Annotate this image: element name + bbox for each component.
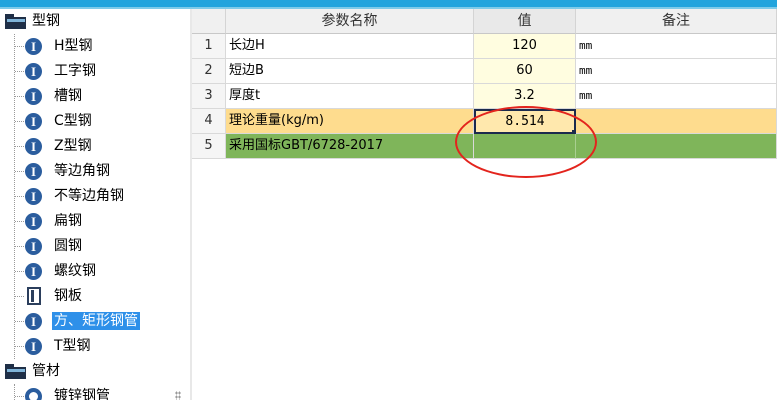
tree-item-label: H型钢 bbox=[54, 38, 93, 54]
plate-icon bbox=[27, 287, 41, 305]
i-beam-icon: I bbox=[25, 313, 42, 330]
tree-item-label: 槽钢 bbox=[54, 88, 82, 104]
i-beam-icon: I bbox=[25, 338, 42, 355]
tree-item-label: 圆钢 bbox=[54, 238, 82, 254]
tree-item-unequal-angle[interactable]: I 不等边角钢 bbox=[0, 184, 190, 209]
category-tree[interactable]: 型钢 I H型钢 I 工字钢 I 槽钢 I C型钢 I Z型钢 I 等边角钢 I… bbox=[0, 9, 190, 400]
tree-group-steel-sections[interactable]: 型钢 bbox=[0, 9, 190, 34]
tree-item-galvanized-pipe[interactable]: 镀锌钢管 bbox=[0, 384, 190, 400]
row-number-header bbox=[192, 9, 226, 34]
tree-group-label: 型钢 bbox=[32, 13, 60, 29]
annotation-circle bbox=[455, 106, 597, 178]
note-cell[interactable] bbox=[576, 109, 777, 134]
note-cell[interactable]: mm bbox=[576, 59, 777, 84]
tree-item-label: 钢板 bbox=[54, 288, 82, 304]
tree-item-label: 不等边角钢 bbox=[54, 188, 124, 204]
parameter-name-cell[interactable]: 长边H bbox=[226, 34, 474, 59]
tree-item-round-bar[interactable]: I 圆钢 bbox=[0, 234, 190, 259]
tree-group-label: 管材 bbox=[32, 363, 60, 379]
note-cell[interactable] bbox=[576, 134, 777, 159]
row-number: 1 bbox=[192, 34, 226, 59]
table-row[interactable]: 1 长边H 120 mm bbox=[192, 34, 777, 59]
tree-item-rebar[interactable]: I 螺纹钢 bbox=[0, 259, 190, 284]
i-beam-icon: I bbox=[25, 38, 42, 55]
tree-item-equal-angle[interactable]: I 等边角钢 bbox=[0, 159, 190, 184]
i-beam-icon: I bbox=[25, 213, 42, 230]
i-beam-icon: I bbox=[25, 113, 42, 130]
parameter-name-cell[interactable]: 短边B bbox=[226, 59, 474, 84]
i-beam-icon: I bbox=[25, 163, 42, 180]
window-top-strip bbox=[0, 0, 777, 9]
row-number: 2 bbox=[192, 59, 226, 84]
row-number: 3 bbox=[192, 84, 226, 109]
row-number: 4 bbox=[192, 109, 226, 134]
tree-item-label: 等边角钢 bbox=[54, 163, 110, 179]
tree-item-z-section[interactable]: I Z型钢 bbox=[0, 134, 190, 159]
pipe-ring-icon bbox=[25, 388, 42, 400]
tree-item-label: Z型钢 bbox=[54, 138, 92, 154]
tree-item-flat-bar[interactable]: I 扁钢 bbox=[0, 209, 190, 234]
tree-item-h-beam[interactable]: I H型钢 bbox=[0, 34, 190, 59]
row-number: 5 bbox=[192, 134, 226, 159]
i-beam-icon: I bbox=[25, 88, 42, 105]
note-cell[interactable]: mm bbox=[576, 34, 777, 59]
i-beam-icon: I bbox=[25, 188, 42, 205]
parameter-name-cell[interactable]: 采用国标GBT/6728-2017 bbox=[226, 134, 474, 159]
resize-grip-icon[interactable] bbox=[175, 391, 181, 400]
column-header-note[interactable]: 备注 bbox=[576, 9, 777, 34]
parameter-name-cell[interactable]: 厚度t bbox=[226, 84, 474, 109]
tree-item-label: 螺纹钢 bbox=[54, 263, 96, 279]
tree-item-channel[interactable]: I 槽钢 bbox=[0, 84, 190, 109]
folder-icon bbox=[5, 364, 26, 379]
tree-item-label: 工字钢 bbox=[54, 63, 96, 79]
i-beam-icon: I bbox=[25, 138, 42, 155]
tree-item-label-selected: 方、矩形钢管 bbox=[52, 312, 140, 330]
tree-item-i-beam[interactable]: I 工字钢 bbox=[0, 59, 190, 84]
i-beam-icon: I bbox=[25, 63, 42, 80]
tree-item-label: T型钢 bbox=[54, 338, 91, 354]
tree-item-label: 扁钢 bbox=[54, 213, 82, 229]
folder-icon bbox=[5, 14, 26, 29]
note-cell[interactable]: mm bbox=[576, 84, 777, 109]
column-header-value[interactable]: 值 bbox=[474, 9, 576, 34]
tree-item-c-section[interactable]: I C型钢 bbox=[0, 109, 190, 134]
tree-item-steel-plate[interactable]: 钢板 bbox=[0, 284, 190, 309]
i-beam-icon: I bbox=[25, 263, 42, 280]
i-beam-icon: I bbox=[25, 238, 42, 255]
table-row[interactable]: 2 短边B 60 mm bbox=[192, 59, 777, 84]
tree-item-label: C型钢 bbox=[54, 113, 92, 129]
value-cell[interactable]: 60 bbox=[474, 59, 576, 84]
tree-item-rectangular-tube[interactable]: I 方、矩形钢管 bbox=[0, 309, 190, 334]
parameter-name-cell[interactable]: 理论重量(kg/m) bbox=[226, 109, 474, 134]
tree-group-pipes[interactable]: 管材 bbox=[0, 359, 190, 384]
tree-item-t-section[interactable]: I T型钢 bbox=[0, 334, 190, 359]
column-header-parameter-name[interactable]: 参数名称 bbox=[226, 9, 474, 34]
value-cell[interactable]: 120 bbox=[474, 34, 576, 59]
tree-item-label: 镀锌钢管 bbox=[54, 388, 110, 400]
table-row[interactable]: 3 厚度t 3.2 mm bbox=[192, 84, 777, 109]
